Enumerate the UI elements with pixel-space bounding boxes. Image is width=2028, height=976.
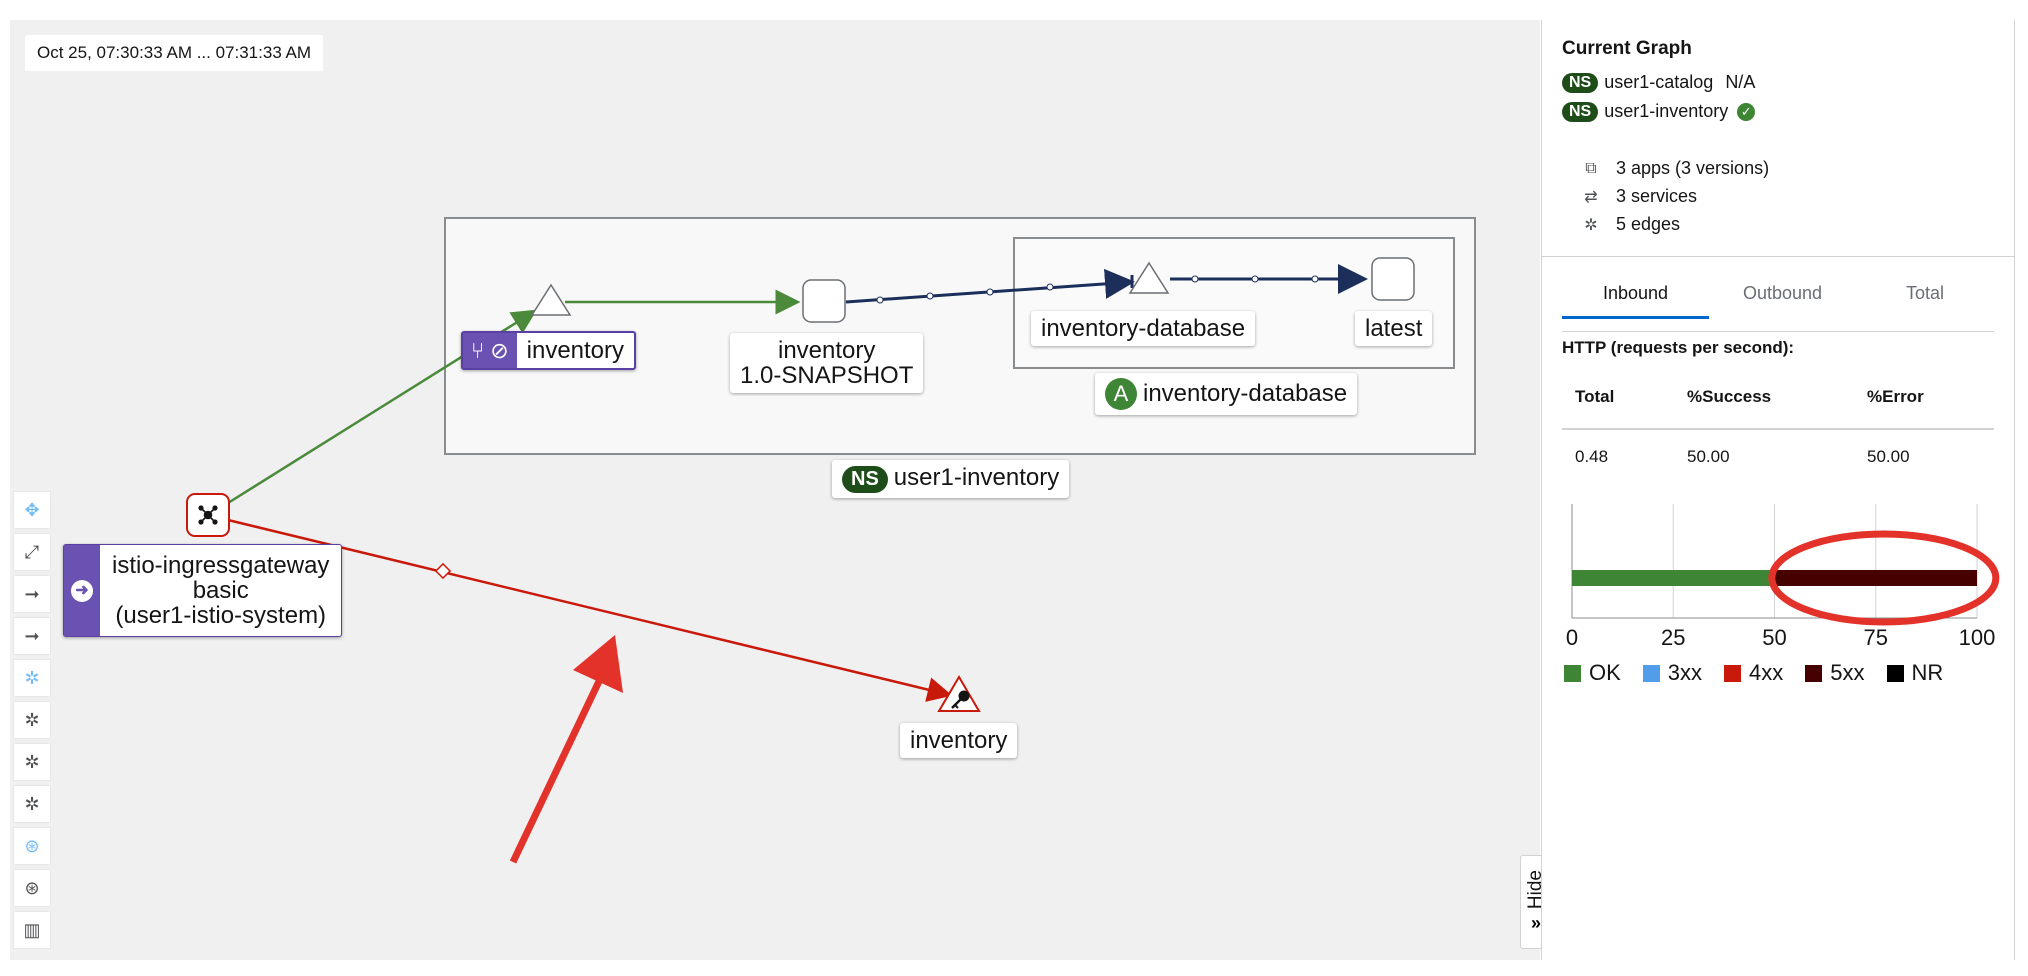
branch-icon: ⑂: [471, 338, 485, 363]
inventory-service-label[interactable]: inventory: [900, 723, 1018, 758]
bar-ok: [1572, 570, 1775, 586]
namespace-row-catalog: NS user1-catalog N/A: [1562, 72, 1755, 93]
col-error: %Error: [1867, 387, 1924, 406]
bar-5xx: [1774, 570, 1977, 586]
app-badge: ⑂ ⊘: [463, 333, 517, 368]
services-stat: ⇄ 3 services: [1580, 186, 1697, 207]
legend-swatch: [1805, 664, 1823, 682]
ns-badge: NS: [1562, 72, 1599, 93]
namespace-label-text: user1-inventory: [893, 464, 1060, 491]
services-icon: ⇄: [1584, 188, 1598, 206]
legend-item-3xx: 3xx: [1642, 660, 1702, 686]
namespace-layout-icon-2[interactable]: ⊛: [14, 870, 50, 906]
database-node-label[interactable]: inventory-database: [1031, 311, 1256, 346]
col-total: Total: [1575, 387, 1615, 406]
namespace-name[interactable]: user1-catalog: [1604, 72, 1713, 93]
http-traffic-chart: 0 25 50 75 100: [1566, 504, 2000, 648]
layout-cose-icon[interactable]: ✲: [14, 660, 50, 696]
edges-stat: ✲ 5 edges: [1580, 214, 1680, 235]
panel-divider: [1542, 256, 2014, 257]
tick-label: 75: [1864, 625, 1888, 648]
legend-swatch: [1642, 664, 1660, 682]
annotation-arrow: [509, 673, 606, 864]
layout-arrow-icon-2[interactable]: ➞: [14, 618, 50, 654]
legend-swatch: [1886, 664, 1904, 682]
legend-swatch: [1724, 664, 1742, 682]
graph-edges-layer: [186, 217, 1476, 864]
apps-icon: ⧉: [1585, 159, 1597, 177]
inventory-workload-node[interactable]: [802, 279, 846, 323]
gateway-label-text: istio-ingressgateway basic (user1-istio-…: [100, 545, 341, 636]
services-text: 3 services: [1616, 186, 1698, 206]
inventory-workload-label[interactable]: inventory 1.0-SNAPSHOT: [730, 333, 924, 393]
namespace-row-inventory: NS user1-inventory ✓: [1562, 101, 1756, 122]
tab-outbound[interactable]: Outbound: [1709, 283, 1856, 304]
healthy-check-icon: ✓: [1737, 102, 1756, 121]
namespace-box-label: NS user1-inventory: [832, 460, 1070, 498]
workload-name: inventory: [778, 337, 876, 364]
gateway-version: basic: [192, 577, 249, 604]
edge-error-marker: [434, 562, 452, 580]
latest-workload-node[interactable]: [1371, 257, 1415, 301]
namespace-name[interactable]: user1-inventory: [1604, 101, 1728, 122]
tick-label: 25: [1661, 625, 1685, 648]
legend-item-nr: NR: [1886, 660, 1943, 686]
apps-stat: ⧉ 3 apps (3 versions): [1580, 158, 1769, 179]
active-tab-indicator: [1562, 316, 1709, 319]
arrow-circle-icon: ➜: [71, 579, 93, 602]
layout-dagre-icon[interactable]: ✲: [14, 702, 50, 738]
namespace-status: N/A: [1725, 72, 1756, 92]
tab-baseline: [1562, 331, 1994, 332]
legend-item-5xx: 5xx: [1805, 660, 1865, 686]
chart-legend: OK 3xx 4xx 5xx NR: [1564, 660, 1965, 686]
panel-title: Current Graph: [1562, 38, 1692, 59]
legend-item-4xx: 4xx: [1724, 660, 1783, 686]
edges-icon: ✲: [1584, 216, 1598, 234]
ingress-badge: ➜: [64, 545, 100, 636]
col-success: %Success: [1687, 387, 1772, 406]
table-header-line: [1562, 428, 1994, 430]
legend-map-icon[interactable]: ▥: [14, 912, 50, 948]
tab-total[interactable]: Total: [1856, 283, 1994, 304]
tab-inbound[interactable]: Inbound: [1562, 283, 1709, 304]
workload-version: 1.0-SNAPSHOT: [740, 362, 914, 389]
apps-text: 3 apps (3 versions): [1616, 158, 1770, 178]
gateway-node-label[interactable]: ➜ istio-ingressgateway basic (user1-isti…: [63, 544, 343, 637]
http-title: HTTP (requests per second):: [1562, 338, 1795, 357]
no-entry-icon: ⊘: [490, 338, 509, 363]
legend-item-ok: OK: [1564, 660, 1621, 686]
layout-grid-icon[interactable]: ✲: [14, 786, 50, 822]
tick-label: 0: [1566, 625, 1578, 648]
app-box-label: Ainventory-database: [1095, 373, 1358, 415]
fit-icon[interactable]: ⤢: [14, 534, 50, 570]
gateway-namespace: (user1-istio-system): [115, 602, 327, 629]
layout-arrow-icon[interactable]: ➞: [14, 576, 50, 612]
pan-icon[interactable]: ✥: [14, 492, 50, 528]
app-box-label-text: inventory-database: [1143, 380, 1348, 407]
ns-badge: NS: [842, 466, 888, 493]
app-box-badge: A: [1105, 378, 1137, 410]
tick-label: 100: [1959, 625, 1996, 648]
time-range: Oct 25, 07:30:33 AM ... 07:31:33 AM: [25, 35, 324, 71]
graph-canvas[interactable]: Oct 25, 07:30:33 AM ... 07:31:33 AM ⑂ ⊘ …: [10, 20, 1552, 960]
ns-badge: NS: [1562, 101, 1599, 122]
latest-node-label[interactable]: latest: [1355, 311, 1433, 346]
inventory-app-text: inventory: [526, 337, 625, 364]
inventory-app-label[interactable]: ⑂ ⊘ inventory: [461, 331, 637, 370]
edges-text: 5 edges: [1616, 214, 1681, 234]
summary-panel: Current Graph NS user1-catalog N/A NS us…: [1541, 20, 2015, 960]
graph-toolbar: ✥ ⤢ ➞ ➞ ✲ ✲ ✲ ✲ ⊛ ⊛ ▥: [14, 492, 50, 954]
namespace-layout-icon[interactable]: ⊛: [14, 828, 50, 864]
tick-label: 50: [1762, 625, 1786, 648]
layout-cola-icon[interactable]: ✲: [14, 744, 50, 780]
gateway-name: istio-ingressgateway: [112, 552, 330, 579]
val-total: 0.48: [1575, 447, 1609, 466]
legend-swatch: [1564, 664, 1581, 682]
val-success: 50.00: [1687, 447, 1730, 466]
val-error: 50.00: [1867, 447, 1910, 466]
double-chevron-icon: »: [1530, 913, 1541, 934]
